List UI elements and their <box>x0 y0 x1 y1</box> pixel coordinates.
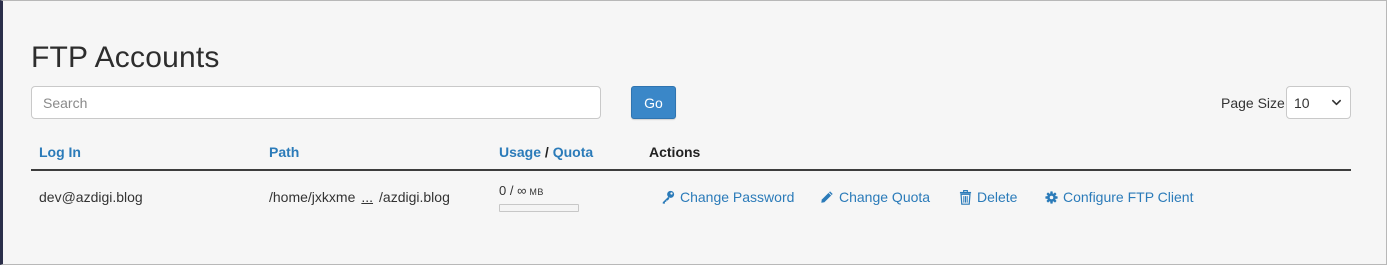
search-input[interactable] <box>31 86 601 119</box>
row-path-start: /home/jxkxme <box>269 189 356 205</box>
header-usage[interactable]: Usage <box>499 144 541 160</box>
header-quota[interactable]: Quota <box>553 144 593 160</box>
row-path: /home/jxkxme... /azdigi.blog <box>269 189 450 205</box>
gear-icon <box>1045 190 1058 204</box>
header-actions: Actions <box>649 144 701 160</box>
change-password-label: Change Password <box>680 189 795 205</box>
chevron-down-icon <box>1332 99 1341 106</box>
row-usage-unit: MB <box>529 187 544 197</box>
go-button[interactable]: Go <box>631 86 676 119</box>
delete-link[interactable]: Delete <box>959 189 1017 205</box>
path-expand-toggle[interactable]: ... <box>361 189 373 205</box>
header-usage-quota: Usage / Quota <box>499 144 593 160</box>
header-login[interactable]: Log In <box>39 144 81 160</box>
header-divider <box>31 169 1351 171</box>
row-login: dev@azdigi.blog <box>39 189 143 205</box>
row-path-end: /azdigi.blog <box>379 189 450 205</box>
key-icon <box>662 190 675 204</box>
usage-progress-bar <box>499 204 579 212</box>
header-path[interactable]: Path <box>269 144 299 160</box>
page-size-value: 10 <box>1294 94 1310 111</box>
configure-ftp-client-link[interactable]: Configure FTP Client <box>1045 189 1193 205</box>
change-quota-link[interactable]: Change Quota <box>820 189 930 205</box>
header-separator: / <box>544 144 549 160</box>
configure-ftp-client-label: Configure FTP Client <box>1063 189 1194 205</box>
ftp-accounts-panel: FTP Accounts Go Page Size 10 Log In Path… <box>0 0 1387 265</box>
row-usage: 0 / ∞ MB <box>499 183 544 198</box>
change-quota-label: Change Quota <box>839 189 931 205</box>
change-password-link[interactable]: Change Password <box>661 189 794 205</box>
delete-label: Delete <box>977 189 1018 205</box>
row-usage-value: 0 / ∞ <box>499 183 527 198</box>
page-title: FTP Accounts <box>31 41 220 74</box>
page-size-select[interactable]: 10 <box>1286 86 1351 119</box>
page-size-label: Page Size <box>1221 95 1285 111</box>
pencil-icon <box>821 191 833 203</box>
trash-icon <box>959 189 972 205</box>
